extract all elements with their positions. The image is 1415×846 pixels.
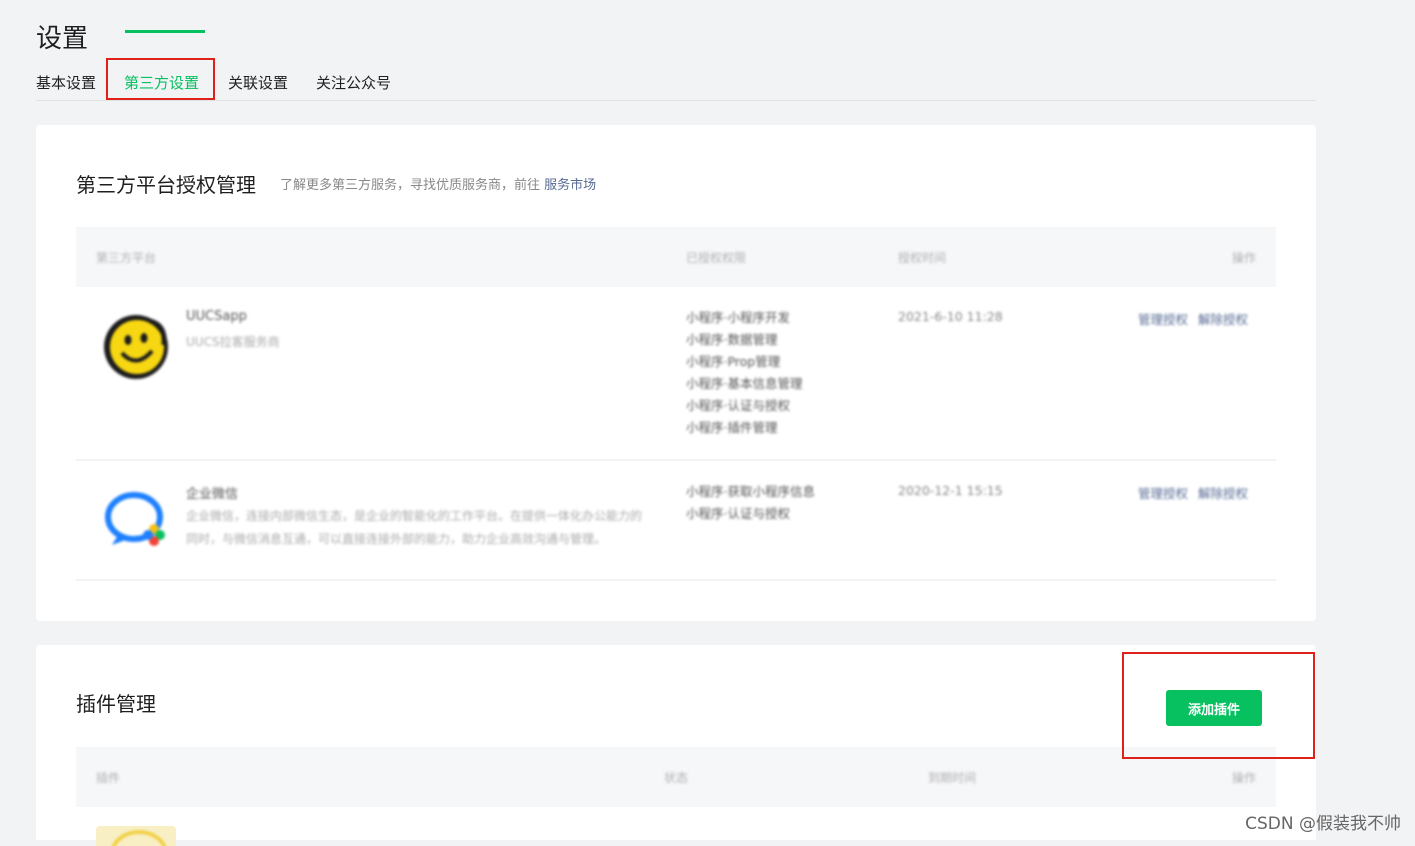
- third-party-title: 第三方平台授权管理: [76, 173, 256, 197]
- permission-item: 小程序·数据管理: [686, 332, 778, 347]
- settings-tabs: 基本设置 第三方设置 关联设置 关注公众号: [36, 66, 1316, 101]
- auth-time: 2020-12-1 15:15: [898, 483, 1003, 498]
- third-party-card: 第三方平台授权管理 了解更多第三方服务，寻找优质服务商，前往 服务市场 第三方平…: [36, 125, 1316, 621]
- table-row: UUCSapp UUCS拉客服务商 小程序·小程序开发 小程序·数据管理 小程序…: [76, 287, 1276, 461]
- third-party-subtitle: 了解更多第三方服务，寻找优质服务商，前往 服务市场: [280, 174, 596, 193]
- highlight-box-add-plugin: [1122, 652, 1315, 759]
- th-actions: 操作: [1231, 251, 1256, 265]
- th-auth-time: 授权时间: [898, 251, 947, 265]
- app-description: 企业微信，连接内部微信生态，是企业的智能化的工作平台。在提供一体化办公能力的同时…: [186, 509, 643, 546]
- app-name: 企业微信: [186, 487, 239, 502]
- table-row: 企业微信 企业微信，连接内部微信生态，是企业的智能化的工作平台。在提供一体化办公…: [76, 461, 1276, 581]
- plugin-title: 插件管理: [76, 692, 156, 716]
- service-market-link[interactable]: 服务市场: [544, 178, 596, 193]
- revoke-auth-link[interactable]: 解除授权: [1198, 312, 1248, 327]
- subtitle-text: 了解更多第三方服务，寻找优质服务商，前往: [280, 178, 541, 193]
- permission-item: 小程序·小程序开发: [686, 310, 790, 325]
- app-description: UUCS拉客服务商: [186, 335, 280, 349]
- page-title: 设置: [36, 24, 89, 54]
- permission-list: 小程序·小程序开发 小程序·数据管理 小程序·Prop管理 小程序·基本信息管理…: [686, 307, 802, 439]
- permission-item: 小程序·插件管理: [686, 420, 778, 435]
- th-platform: 第三方平台: [96, 251, 157, 265]
- permission-item: 小程序·认证与授权: [686, 506, 790, 521]
- th-expiry: 到期时间: [928, 771, 977, 785]
- smiley-avatar-icon: [104, 315, 168, 379]
- th-actions: 操作: [1231, 771, 1256, 785]
- revoke-auth-link[interactable]: 解除授权: [1198, 486, 1248, 501]
- th-permissions: 已授权权限: [686, 251, 747, 265]
- manage-auth-link[interactable]: 管理授权: [1138, 486, 1188, 501]
- permission-list: 小程序·获取小程序信息 小程序·认证与授权: [686, 481, 815, 525]
- permission-item: 小程序·Prop管理: [686, 354, 781, 369]
- row-actions: 管理授权 解除授权: [1138, 309, 1248, 328]
- auth-time: 2021-6-10 11:28: [898, 309, 1003, 324]
- manage-auth-link[interactable]: 管理授权: [1138, 312, 1188, 327]
- highlight-box-tab: [106, 58, 215, 100]
- permission-item: 小程序·基本信息管理: [686, 376, 803, 391]
- app-name: UUCSapp: [186, 309, 247, 324]
- wecom-logo-icon: [105, 492, 165, 546]
- row-actions: 管理授权 解除授权: [1138, 483, 1248, 502]
- permission-item: 小程序·认证与授权: [686, 398, 790, 413]
- active-tab-indicator: [125, 30, 205, 33]
- permission-item: 小程序·获取小程序信息: [686, 484, 815, 499]
- th-plugin: 插件: [96, 771, 121, 785]
- plugin-thumbnail-icon: [96, 826, 176, 846]
- tab-follow-official-account[interactable]: 关注公众号: [316, 72, 391, 93]
- th-status: 状态: [664, 771, 689, 785]
- tab-basic-settings[interactable]: 基本设置: [36, 72, 96, 93]
- watermark: CSDN @假装我不帅: [1245, 814, 1401, 834]
- tab-related-settings[interactable]: 关联设置: [228, 72, 288, 93]
- third-party-table-header: 第三方平台 已授权权限 授权时间 操作: [76, 227, 1276, 287]
- plugin-table-header: 插件 状态 到期时间 操作: [76, 747, 1276, 807]
